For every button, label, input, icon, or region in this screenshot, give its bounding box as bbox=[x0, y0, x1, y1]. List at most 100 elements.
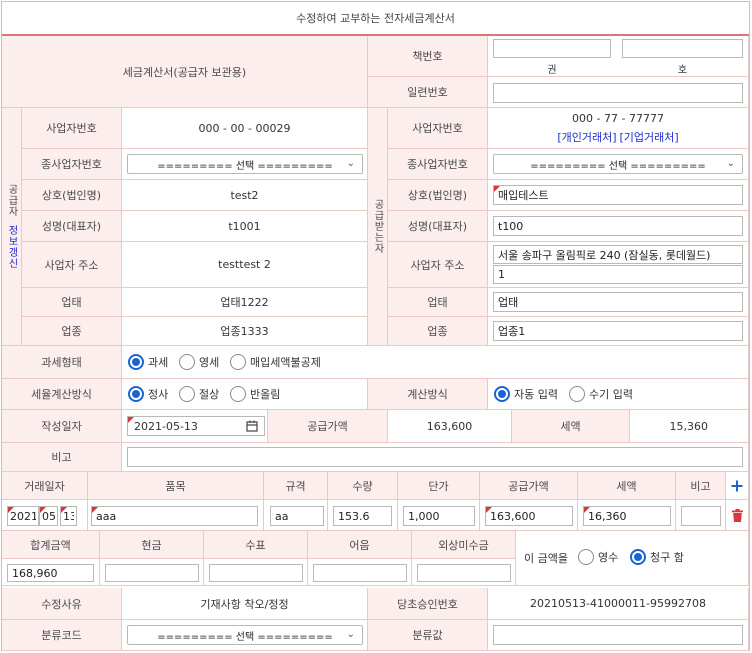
buyer-name-input[interactable] bbox=[493, 185, 743, 205]
serial-no-input[interactable] bbox=[493, 83, 743, 103]
items-header-tax: 세액 bbox=[578, 472, 676, 500]
book-volume-input[interactable] bbox=[493, 39, 611, 58]
reason: 기재사항 착오/정정 bbox=[122, 588, 368, 620]
buyer-ceo-input[interactable] bbox=[493, 216, 743, 236]
receipt-option-label: 청구 함 bbox=[650, 551, 684, 564]
check-input[interactable] bbox=[209, 564, 303, 582]
item-qty-input[interactable] bbox=[333, 506, 392, 526]
rounding-label: 세율계산방식 bbox=[2, 379, 122, 410]
items-header-qty: 수량 bbox=[328, 472, 398, 500]
supplier-side-column: 공급자 정보갱신 bbox=[2, 108, 22, 346]
category-value-input[interactable] bbox=[493, 625, 743, 645]
cash-input[interactable] bbox=[105, 564, 199, 582]
item-tax-input[interactable] bbox=[583, 506, 671, 526]
rounding-option-label: 정사 bbox=[148, 388, 169, 401]
category-code-label: 분류코드 bbox=[2, 620, 122, 651]
delete-item-cell bbox=[726, 500, 749, 531]
remark-label: 비고 bbox=[2, 443, 122, 472]
item-month-input[interactable] bbox=[39, 506, 58, 526]
calc-method-radio-manual[interactable]: 수기 입력 bbox=[569, 386, 633, 402]
chevron-down-icon: ⌄ bbox=[346, 158, 355, 169]
tax-type-radio-taxable[interactable]: 과세 bbox=[128, 354, 168, 370]
rounding-radio-ceil[interactable]: 절상 bbox=[179, 386, 219, 402]
note-bill-label: 어음 bbox=[308, 531, 412, 559]
personal-partner-link[interactable]: [개인거래처] bbox=[557, 129, 616, 145]
supplier-biz-item: 업종1333 bbox=[122, 317, 368, 346]
tax-type-option-label: 과세 bbox=[148, 356, 169, 369]
buyer-addr-label: 사업자 주소 bbox=[388, 242, 488, 288]
item-day-input[interactable] bbox=[60, 506, 77, 526]
rounding-radio-truncate[interactable]: 정사 bbox=[128, 386, 168, 402]
supplier-name-label: 상호(법인명) bbox=[22, 180, 122, 211]
items-header-price: 단가 bbox=[398, 472, 480, 500]
book-number-input[interactable] bbox=[622, 39, 743, 58]
radio-icon bbox=[179, 354, 195, 370]
tax-type-option-label: 매입세액불공제 bbox=[250, 356, 321, 369]
rounding-option-label: 절상 bbox=[199, 388, 220, 401]
supplier-addr: testtest 2 bbox=[122, 242, 368, 288]
rounding-radio-round[interactable]: 반올림 bbox=[230, 386, 280, 402]
radio-icon bbox=[179, 386, 195, 402]
tax-amount-label: 세액 bbox=[512, 410, 630, 443]
form-title: 수정하여 교부하는 전자세금계산서 bbox=[2, 2, 749, 36]
orig-approval-label: 당초승인번호 bbox=[368, 588, 488, 620]
supplier-biz-item-label: 업종 bbox=[22, 317, 122, 346]
calc-method-radio-auto[interactable]: 자동 입력 bbox=[494, 386, 558, 402]
radio-selected-icon bbox=[128, 386, 144, 402]
supplier-reg-no: 000 - 00 - 00029 bbox=[122, 108, 368, 149]
category-value-label: 분류값 bbox=[368, 620, 488, 651]
radio-selected-icon bbox=[128, 354, 144, 370]
remark-input[interactable] bbox=[127, 447, 743, 467]
buyer-biz-type-input[interactable] bbox=[493, 292, 743, 312]
radio-icon bbox=[230, 354, 246, 370]
calendar-icon[interactable] bbox=[246, 420, 258, 432]
receipt-type-label: 이 금액을 bbox=[524, 552, 568, 565]
buyer-biz-item-input[interactable] bbox=[493, 321, 743, 341]
issue-date-input[interactable]: 2021-05-13 bbox=[127, 416, 265, 436]
receipt-radio-paid[interactable]: 영수 bbox=[578, 549, 618, 565]
total-amount-label: 합계금액 bbox=[2, 531, 100, 559]
tax-amount: 15,360 bbox=[630, 410, 749, 443]
tax-type-option-label: 영세 bbox=[199, 356, 220, 369]
buyer-addr1-input[interactable] bbox=[493, 245, 743, 264]
buyer-addr2-input[interactable] bbox=[493, 265, 743, 284]
total-amount-input[interactable] bbox=[7, 564, 94, 582]
supply-amount: 163,600 bbox=[388, 410, 512, 443]
buyer-reg-no: 000 - 77 - 77777 bbox=[572, 111, 664, 125]
supplier-biz-type: 업태1222 bbox=[122, 288, 368, 317]
note-bill-input[interactable] bbox=[313, 564, 407, 582]
supplier-update-link[interactable]: 정보갱신 bbox=[4, 225, 19, 269]
item-name-input[interactable] bbox=[91, 506, 258, 526]
buyer-sub-no-select[interactable]: ========= 선택 ========= ⌄ bbox=[493, 154, 743, 174]
supplier-sub-no-select[interactable]: ========= 선택 ========= ⌄ bbox=[127, 154, 363, 174]
supplier-side-label: 공급자 bbox=[6, 184, 17, 217]
trash-icon[interactable] bbox=[731, 508, 743, 522]
buyer-sub-no-select-value: ========= 선택 ========= bbox=[530, 160, 706, 172]
item-price-input[interactable] bbox=[403, 506, 475, 526]
item-spec-input[interactable] bbox=[270, 506, 324, 526]
tax-type-radio-non-deductible[interactable]: 매입세액불공제 bbox=[230, 354, 321, 370]
document-type-label: 세금계산서(공급자 보관용) bbox=[2, 36, 368, 108]
radio-icon bbox=[578, 549, 594, 565]
item-supply-input[interactable] bbox=[485, 506, 573, 526]
calc-method-option-label: 자동 입력 bbox=[514, 388, 558, 401]
supplier-ceo-label: 성명(대표자) bbox=[22, 211, 122, 242]
item-year-input[interactable] bbox=[7, 506, 39, 526]
company-partner-link[interactable]: [기업거래처] bbox=[620, 129, 679, 145]
tax-type-radio-zero-rated[interactable]: 영세 bbox=[179, 354, 219, 370]
supplier-reg-no-label: 사업자번호 bbox=[22, 108, 122, 149]
items-header-note: 비고 bbox=[676, 472, 726, 500]
orig-approval: 20210513-41000011-95992708 bbox=[488, 588, 749, 620]
radio-icon bbox=[230, 386, 246, 402]
items-header-supply: 공급가액 bbox=[480, 472, 578, 500]
receivable-input[interactable] bbox=[417, 564, 511, 582]
category-code-select[interactable]: ========= 선택 ========= ⌄ bbox=[127, 625, 363, 645]
receipt-radio-claim[interactable]: 청구 함 bbox=[630, 549, 684, 565]
buyer-biz-type-label: 업태 bbox=[388, 288, 488, 317]
issue-date-value: 2021-05-13 bbox=[134, 419, 198, 433]
item-note-input[interactable] bbox=[681, 506, 721, 526]
cash-label: 현금 bbox=[100, 531, 204, 559]
add-row-icon[interactable] bbox=[731, 480, 743, 492]
buyer-name-label: 상호(법인명) bbox=[388, 180, 488, 211]
book-volume-unit: 권 bbox=[547, 65, 557, 76]
